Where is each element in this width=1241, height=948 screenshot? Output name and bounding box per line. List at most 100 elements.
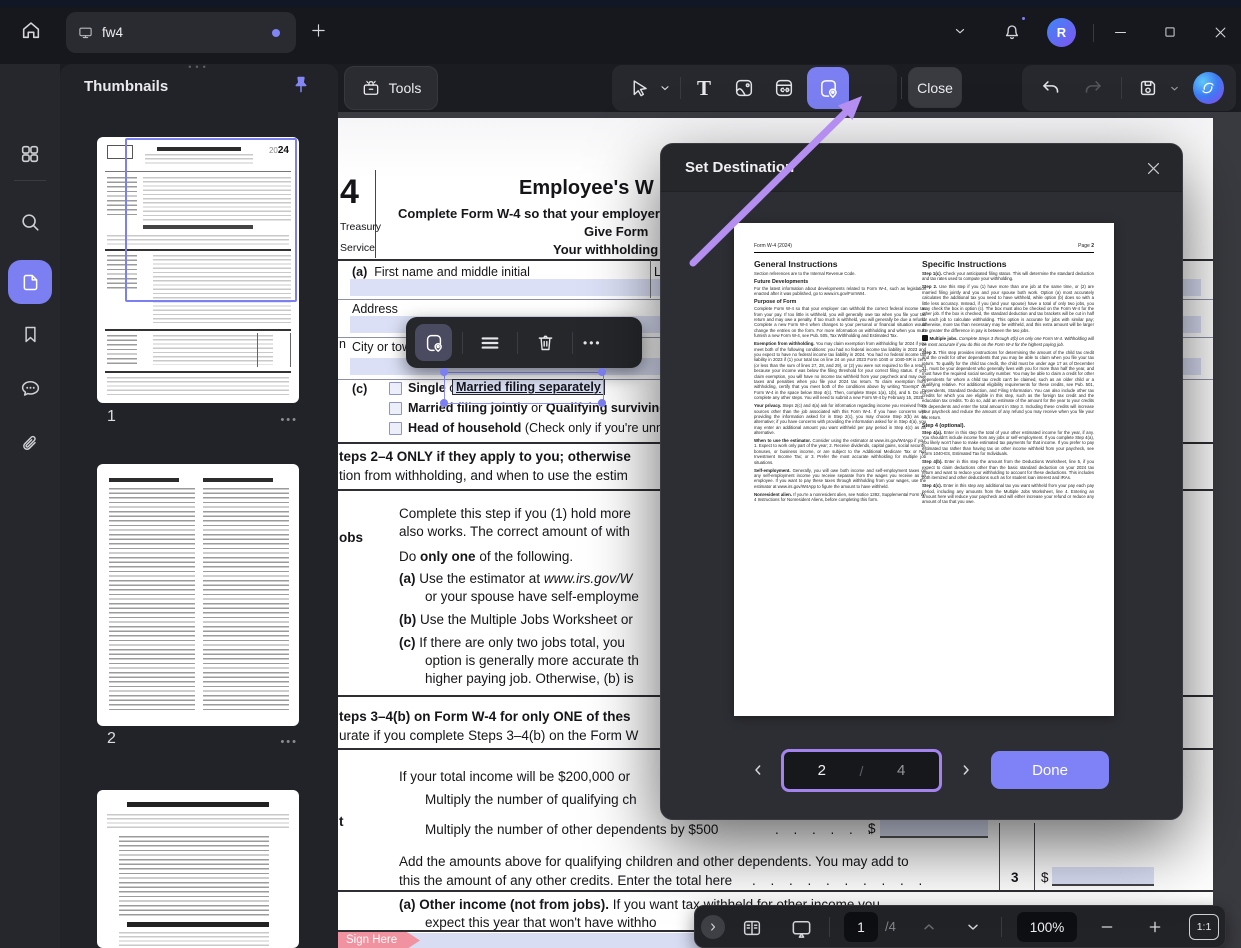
option-c-line3: higher paying job. Otherwise, (b) is bbox=[425, 671, 634, 686]
zoom-level-input[interactable]: 100% bbox=[1017, 912, 1077, 942]
thumbnail-1-menu[interactable]: ••• bbox=[280, 414, 298, 426]
app-window: fw4 R bbox=[0, 0, 1241, 948]
ctx-delete-button[interactable] bbox=[528, 326, 562, 360]
close-tool-button[interactable]: Close bbox=[908, 67, 962, 108]
tools-button[interactable]: Tools bbox=[344, 66, 438, 110]
link-tool-button[interactable] bbox=[767, 71, 801, 105]
next-page-down-button[interactable] bbox=[961, 917, 985, 937]
titlebar-dropdown[interactable] bbox=[948, 19, 972, 43]
destination-page-input[interactable]: 2 / 4 bbox=[781, 749, 942, 792]
selection-handle-bl[interactable] bbox=[440, 399, 448, 407]
redo-button[interactable] bbox=[1077, 71, 1110, 105]
thumbnail-page-3[interactable] bbox=[97, 790, 299, 948]
toolbox-icon bbox=[361, 78, 381, 98]
single-checkbox[interactable] bbox=[389, 382, 402, 395]
thumb2-left-column bbox=[109, 488, 195, 712]
zoom-out-button[interactable] bbox=[1095, 917, 1119, 937]
thumb1-step2-label bbox=[107, 255, 137, 289]
thumb1-step2-lines bbox=[153, 255, 291, 323]
save-dropdown[interactable] bbox=[1167, 71, 1183, 105]
select-tool-dropdown[interactable] bbox=[656, 71, 674, 105]
undo-button[interactable] bbox=[1034, 71, 1067, 105]
dot-leaders-2: . . . . . . . . . . bbox=[752, 873, 923, 888]
thumb1-sep2 bbox=[105, 329, 291, 331]
sidebar-item-thumbnails[interactable] bbox=[8, 260, 52, 304]
pin-icon[interactable] bbox=[290, 74, 314, 98]
multiply-dependents-line: Multiply the number of other dependents … bbox=[425, 822, 718, 837]
selection-handle-br[interactable] bbox=[598, 399, 606, 407]
dollar-sign-1: $ bbox=[868, 821, 876, 836]
document-tab[interactable]: fw4 bbox=[66, 12, 296, 53]
thumb1-sep1 bbox=[105, 249, 291, 251]
plus-icon bbox=[1147, 919, 1163, 935]
selection-handle-tr[interactable] bbox=[598, 368, 606, 376]
modal-close-button[interactable] bbox=[1142, 157, 1164, 179]
preview-rule bbox=[754, 252, 1094, 253]
other-income-line2: expect this year that won't have withho bbox=[425, 915, 656, 930]
step2-line2: also works. The correct amount of with bbox=[399, 524, 630, 539]
plus-icon bbox=[310, 22, 327, 39]
panel-title: Thumbnails bbox=[84, 78, 168, 95]
sidebar-item-attachments[interactable] bbox=[12, 426, 48, 462]
steps24-line2: tion from withholding, and when to use t… bbox=[339, 468, 628, 483]
dependents-amount-field[interactable] bbox=[880, 820, 988, 838]
head-household-checkbox[interactable] bbox=[389, 422, 402, 435]
dot-leaders-1: . . . . . . bbox=[775, 822, 872, 837]
chevron-down-icon bbox=[659, 82, 671, 94]
prev-page-button[interactable] bbox=[747, 759, 769, 781]
done-button[interactable]: Done bbox=[991, 751, 1109, 789]
annotation-toolbar: T bbox=[612, 65, 897, 111]
thumbnail-2-menu[interactable]: ••• bbox=[280, 736, 298, 748]
panel-drag-handle[interactable]: ••• bbox=[188, 64, 209, 72]
chevron-up-icon bbox=[921, 919, 937, 935]
ctx-more-button[interactable]: ••• bbox=[583, 336, 602, 350]
maximize-button[interactable] bbox=[1157, 19, 1183, 45]
save-button[interactable] bbox=[1132, 71, 1165, 105]
avatar[interactable]: R bbox=[1047, 18, 1076, 47]
thumbnail-page-2[interactable] bbox=[97, 464, 299, 726]
selection-handle-tl[interactable] bbox=[440, 368, 448, 376]
bookmark-icon bbox=[20, 324, 41, 345]
actual-size-button[interactable]: 1:1 bbox=[1189, 914, 1219, 940]
sidebar-item-comments[interactable] bbox=[12, 370, 48, 406]
thumbnails-panel: ••• Thumbnails 2024 1 • bbox=[60, 64, 338, 948]
thumbnail-page-1[interactable]: 2024 bbox=[97, 137, 299, 403]
history-save-toolbar bbox=[1022, 65, 1236, 111]
destination-page-preview[interactable]: Form W-4 (2024) Page 2 General Instructi… bbox=[734, 223, 1114, 716]
paperclip-icon bbox=[19, 433, 41, 455]
image-tool-button[interactable] bbox=[727, 71, 761, 105]
step2-line1: Complete this step if you (1) hold more bbox=[399, 506, 631, 521]
text-tool-button[interactable]: T bbox=[687, 71, 721, 105]
notifications-button[interactable] bbox=[998, 17, 1026, 45]
app-grid-button[interactable] bbox=[12, 136, 48, 172]
expand-bar-button[interactable] bbox=[701, 915, 725, 939]
presentation-button[interactable] bbox=[787, 915, 815, 941]
search-button[interactable] bbox=[12, 204, 48, 240]
thumbnail-2-number: 2 bbox=[107, 730, 116, 748]
zoom-in-button[interactable] bbox=[1143, 917, 1167, 937]
ai-assistant-button[interactable] bbox=[1193, 72, 1224, 104]
tools-label: Tools bbox=[389, 80, 422, 96]
steps34-line2: urate if you complete Steps 3–4(b) on th… bbox=[339, 728, 638, 743]
previous-page-button[interactable] bbox=[917, 917, 941, 937]
select-tool-button[interactable] bbox=[622, 71, 656, 105]
page-layout-button[interactable] bbox=[738, 915, 766, 941]
current-page-input[interactable]: 1 bbox=[844, 912, 878, 942]
close-window-button[interactable] bbox=[1207, 19, 1233, 45]
tab-title: fw4 bbox=[102, 25, 123, 40]
new-tab-button[interactable] bbox=[305, 17, 331, 43]
add-amounts-line1: Add the amounts above for qualifying chi… bbox=[399, 854, 909, 869]
line3-total-field[interactable] bbox=[1052, 867, 1154, 886]
next-page-button[interactable] bbox=[955, 759, 977, 781]
married-separately-destination-text[interactable]: Married filing separately bbox=[452, 379, 605, 395]
sidebar-item-bookmarks[interactable] bbox=[12, 316, 48, 352]
ctx-list-button[interactable] bbox=[473, 326, 507, 360]
thumb3-header-bar bbox=[127, 802, 269, 807]
married-jointly-checkbox[interactable] bbox=[389, 402, 402, 415]
minimize-button[interactable] bbox=[1107, 19, 1133, 45]
close-icon bbox=[1145, 160, 1162, 177]
ctx-destination-button[interactable] bbox=[415, 324, 452, 361]
destination-tool-button[interactable] bbox=[807, 67, 849, 109]
thumb1-note-lines bbox=[107, 235, 289, 245]
home-button[interactable] bbox=[16, 15, 46, 45]
